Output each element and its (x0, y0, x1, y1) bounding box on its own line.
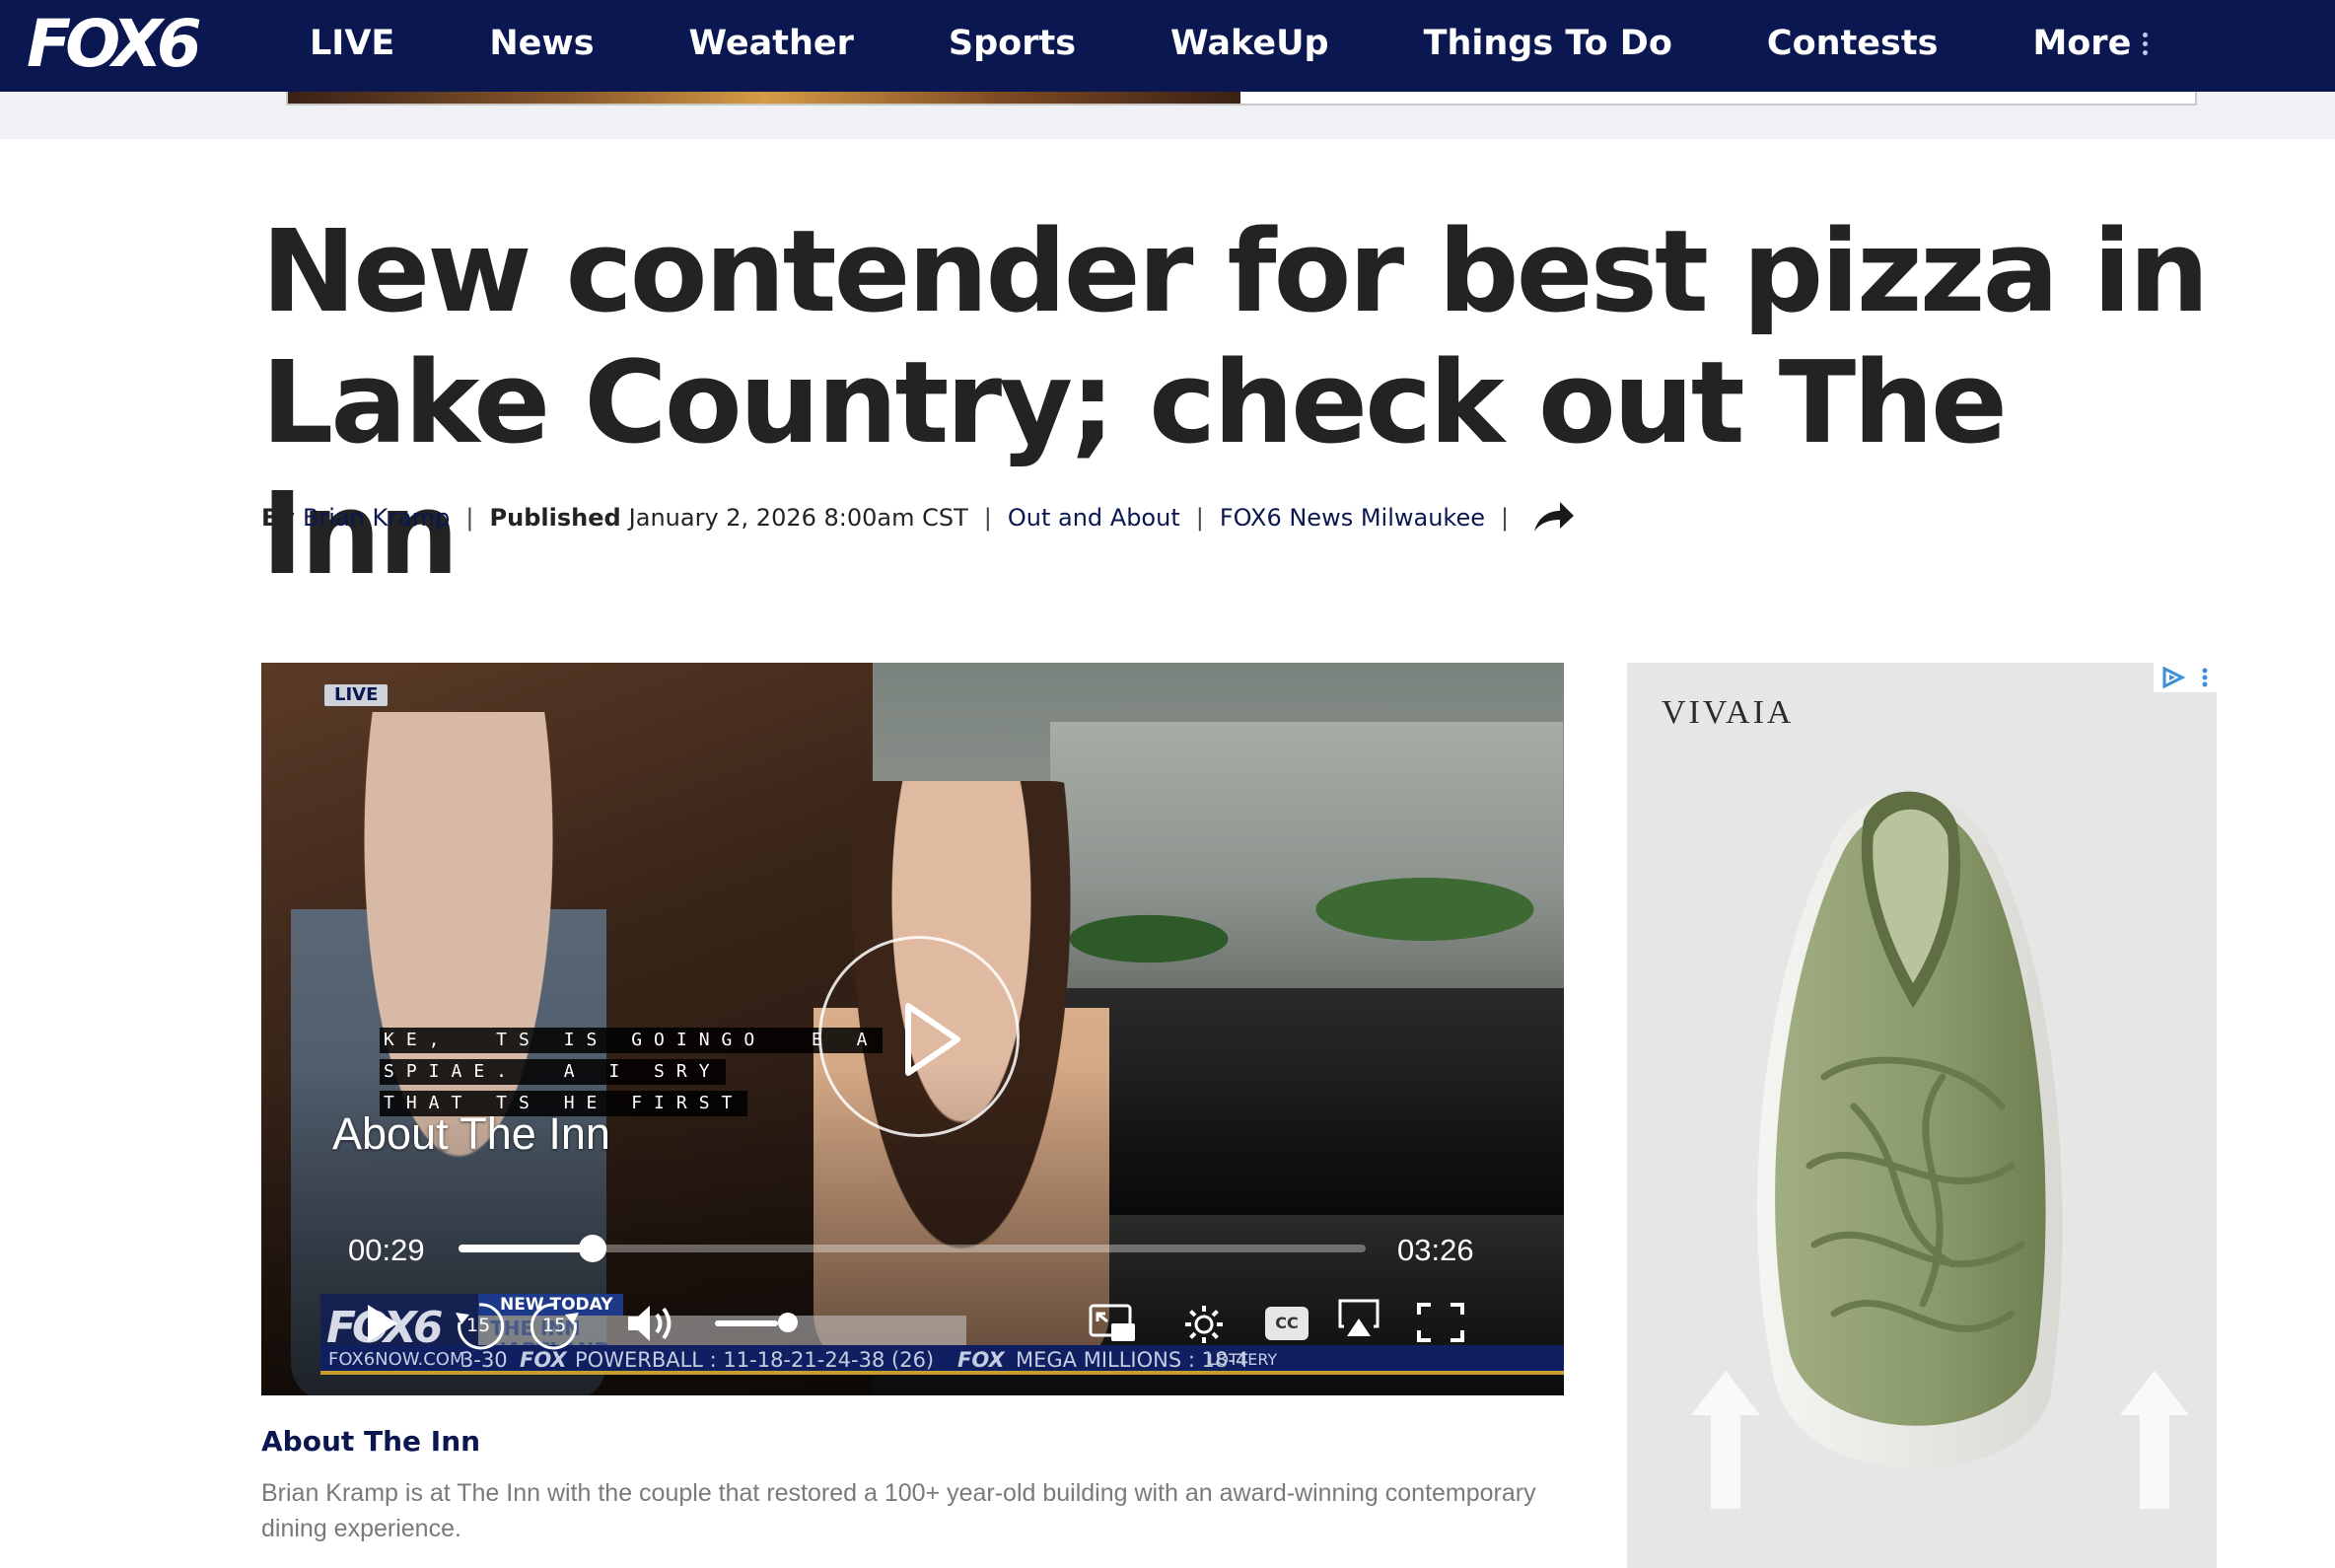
category-link[interactable]: Out and About (1008, 504, 1180, 532)
article-headline: New contender for best pizza in Lake Cou… (261, 206, 2210, 601)
volume-icon (628, 1306, 672, 1341)
video-player[interactable]: LIVE KE, TS IS GOINGO E A SPIAE. A I SRY… (261, 663, 1564, 1395)
airplay-button[interactable] (1336, 1297, 1381, 1340)
vertical-dots-icon (2143, 32, 2149, 55)
airplay-icon (1338, 1299, 1380, 1336)
settings-button[interactable] (1181, 1302, 1227, 1347)
gear-icon (1185, 1306, 1223, 1343)
banner-ad[interactable] (286, 92, 2197, 106)
nav-menu: LIVE News Weather Sports WakeUp Things T… (310, 0, 2242, 87)
byline-separator: | (465, 504, 474, 532)
arrow-up-icon (2120, 1371, 2189, 1509)
play-overlay-button[interactable] (818, 936, 1020, 1137)
vertical-dots-icon (2202, 668, 2208, 687)
adchoices-icon (2162, 666, 2186, 689)
byline: By Brian Kramp | Published January 2, 20… (261, 498, 1576, 537)
banner-ad-image (288, 92, 1240, 104)
fullscreen-button[interactable] (1415, 1301, 1466, 1344)
live-badge: LIVE (324, 684, 389, 706)
powerball-numbers: POWERBALL : 11-18-21-24-38 (26) (575, 1348, 935, 1372)
picture-in-picture-icon (1089, 1304, 1135, 1341)
fox6-logo[interactable]: FOX6 (27, 10, 202, 79)
byline-separator: | (1501, 504, 1510, 532)
current-time: 00:29 (348, 1233, 425, 1267)
caption-line: KE, TS IS GOINGO E A (380, 1028, 884, 1053)
nav-item-wakeup[interactable]: WakeUp (1170, 24, 1329, 63)
nav-item-news[interactable]: News (489, 24, 594, 63)
lottery-site: FOX6NOW.COM (328, 1349, 465, 1370)
fox-logo: FOX (957, 1348, 1005, 1372)
ad-brand: VIVAIA (1662, 694, 1795, 731)
author-link[interactable]: Brian Kramp (303, 504, 450, 532)
caption-line: SPIAE. A I SRY (380, 1059, 726, 1085)
video-caption-title[interactable]: About The Inn (261, 1425, 480, 1458)
volume-slider[interactable] (715, 1320, 778, 1326)
published-label: Published (489, 504, 621, 532)
video-title-overlay: About The Inn (332, 1108, 610, 1159)
nav-item-more-label: More (2032, 24, 2132, 63)
video-caption-description: Brian Kramp is at The Inn with the coupl… (261, 1479, 1536, 1542)
skip-forward-label: 15 (542, 1315, 567, 1336)
byline-separator: | (1195, 504, 1204, 532)
mute-button[interactable] (624, 1302, 675, 1345)
play-icon (368, 1305, 397, 1342)
top-nav: FOX6 LIVE News Weather Sports WakeUp Thi… (0, 0, 2335, 92)
sidebar-ad[interactable]: VIVAIA (1627, 663, 2217, 1568)
source-link[interactable]: FOX6 News Milwaukee (1220, 504, 1485, 532)
play-icon (905, 1003, 960, 1076)
ad-choices[interactable] (2154, 663, 2217, 692)
nav-item-things-to-do[interactable]: Things To Do (1424, 24, 1672, 63)
volume-knob[interactable] (777, 1313, 798, 1332)
duration: 03:26 (1397, 1233, 1474, 1267)
lottery-ticker: FOX6NOW.COM 3-30 FOX POWERBALL : 11-18-2… (320, 1345, 1564, 1375)
closed-captions-button[interactable]: CC (1265, 1307, 1309, 1340)
nav-item-live[interactable]: LIVE (310, 24, 394, 63)
lottery-label: LOTTERY (1208, 1350, 1278, 1369)
nav-item-contests[interactable]: Contests (1767, 24, 1939, 63)
by-label: By (261, 504, 295, 532)
fullscreen-icon (1417, 1303, 1464, 1342)
picture-in-picture-button[interactable] (1088, 1302, 1139, 1345)
nav-item-weather[interactable]: Weather (689, 24, 854, 63)
seek-bar[interactable] (459, 1235, 1366, 1262)
shoe-image (1757, 791, 2063, 1469)
published-date: January 2, 2026 8:00am CST (628, 504, 968, 532)
skip-back-button[interactable]: 15 (452, 1299, 507, 1354)
skip-back-label: 15 (466, 1315, 491, 1336)
skip-forward-button[interactable]: 15 (528, 1299, 583, 1354)
nav-item-more[interactable]: More (2032, 24, 2149, 63)
seek-bar-fill (459, 1245, 594, 1252)
nav-item-sports[interactable]: Sports (949, 24, 1076, 63)
share-arrow-icon[interactable] (1530, 498, 1576, 537)
seek-knob[interactable] (579, 1235, 607, 1262)
byline-separator: | (983, 504, 992, 532)
play-button[interactable] (360, 1299, 403, 1348)
